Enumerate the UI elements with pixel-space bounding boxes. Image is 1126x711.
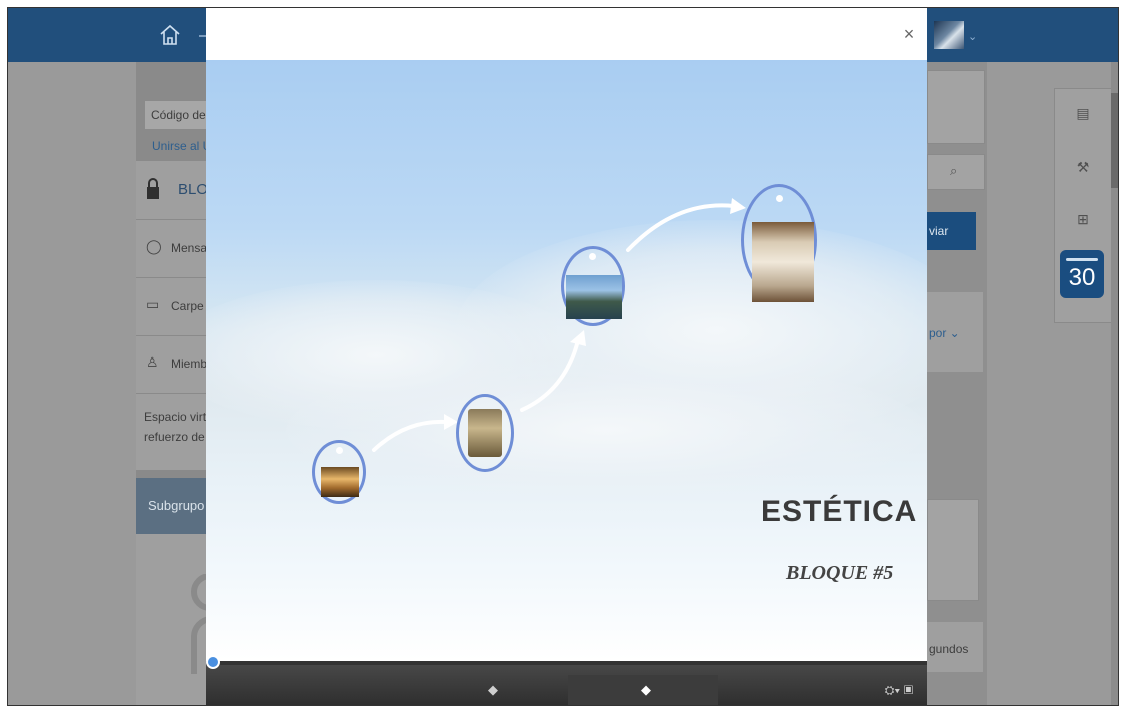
subgroups-title: Subgrupo xyxy=(148,498,205,513)
prev-arrow-icon[interactable]: ◆ xyxy=(478,675,508,705)
presentation-modal: × ESTÉTICA BLOQUE #5 ◆ ◆ ⛭▾ ▣ xyxy=(206,8,927,705)
pin-icon xyxy=(776,195,783,202)
comment-box[interactable] xyxy=(927,499,979,601)
nav-members[interactable]: ♙ Miemb xyxy=(136,336,208,393)
post-textarea[interactable] xyxy=(927,70,985,144)
chat-icon: ◯ xyxy=(146,238,162,254)
calendar-icon[interactable]: 30 xyxy=(1060,250,1104,298)
icon-painting-thumbnail xyxy=(468,409,502,457)
path-node-2[interactable] xyxy=(456,394,514,472)
settings-fullscreen-icons[interactable]: ⛭▾ ▣ xyxy=(874,675,924,705)
pin-icon xyxy=(336,447,343,454)
description-line-2: refuerzo de xyxy=(144,430,205,444)
description-line-1: Espacio virt xyxy=(144,410,207,424)
path-node-4[interactable] xyxy=(741,184,817,302)
subgroups-panel xyxy=(136,534,210,705)
app-frame: ⌄ Código de Unirse al U BLO ◯ Mensa ▭ Ca… xyxy=(7,7,1119,706)
send-button[interactable]: viar xyxy=(927,212,976,250)
join-link[interactable]: Unirse al U xyxy=(152,139,211,153)
sunset-thumbnail xyxy=(321,467,359,497)
nav-folders[interactable]: ▭ Carpe xyxy=(136,278,206,335)
block-title: BLO xyxy=(178,181,209,198)
progress-bar[interactable] xyxy=(206,655,927,669)
send-button-label: viar xyxy=(929,224,949,238)
sort-dropdown-label: por ⌄ xyxy=(929,326,960,340)
wrench-icon[interactable]: ⚒ xyxy=(1073,157,1093,177)
presentation-canvas[interactable]: ESTÉTICA BLOQUE #5 xyxy=(206,60,927,661)
path-node-3[interactable] xyxy=(561,246,625,326)
grid-icon[interactable]: ⊞ xyxy=(1073,209,1093,229)
nav-messages[interactable]: ◯ Mensa xyxy=(136,220,208,277)
presentation-subtitle: BLOQUE #5 xyxy=(786,562,894,584)
group-description: Espacio virt refuerzo de xyxy=(136,394,206,470)
search-input[interactable]: ⌕ xyxy=(927,154,985,190)
nav-folders-label: Carpe xyxy=(171,299,204,313)
scrollbar-thumb[interactable] xyxy=(1111,93,1118,188)
next-arrow-icon[interactable]: ◆ xyxy=(631,675,661,705)
player-controls: ◆ ◆ ⛭▾ ▣ xyxy=(206,655,927,705)
chevron-down-icon[interactable]: ⌄ xyxy=(968,30,977,43)
nav-members-label: Miemb xyxy=(171,357,208,371)
presentation-title: ESTÉTICA xyxy=(761,495,918,528)
nav-messages-label: Mensa xyxy=(171,241,208,255)
statue-thumbnail xyxy=(752,222,814,302)
block-header: BLO xyxy=(136,161,209,219)
mountain-thumbnail xyxy=(566,275,622,319)
codigo-input[interactable]: Código de xyxy=(144,100,208,130)
timer-label: gundos xyxy=(929,642,969,656)
codigo-input-placeholder: Código de xyxy=(151,108,206,122)
right-content: ⌕ viar por ⌄ gundos xyxy=(927,62,987,705)
home-icon[interactable] xyxy=(158,23,182,47)
close-icon[interactable]: × xyxy=(897,22,921,46)
timer-card: gundos xyxy=(927,622,983,672)
store-icon[interactable]: ▤ xyxy=(1073,103,1093,123)
pin-icon xyxy=(589,253,596,260)
search-icon[interactable]: ⌕ xyxy=(950,163,957,179)
folder-icon: ▭ xyxy=(146,296,160,312)
subgroups-header: Subgrupo xyxy=(136,478,206,534)
sort-dropdown[interactable]: por ⌄ xyxy=(927,292,983,372)
modal-header: × xyxy=(206,8,927,61)
members-icon: ♙ xyxy=(146,354,159,370)
avatar[interactable] xyxy=(934,21,964,49)
progress-knob[interactable] xyxy=(206,655,220,669)
lock-icon xyxy=(147,178,159,199)
path-node-1[interactable] xyxy=(312,440,366,504)
